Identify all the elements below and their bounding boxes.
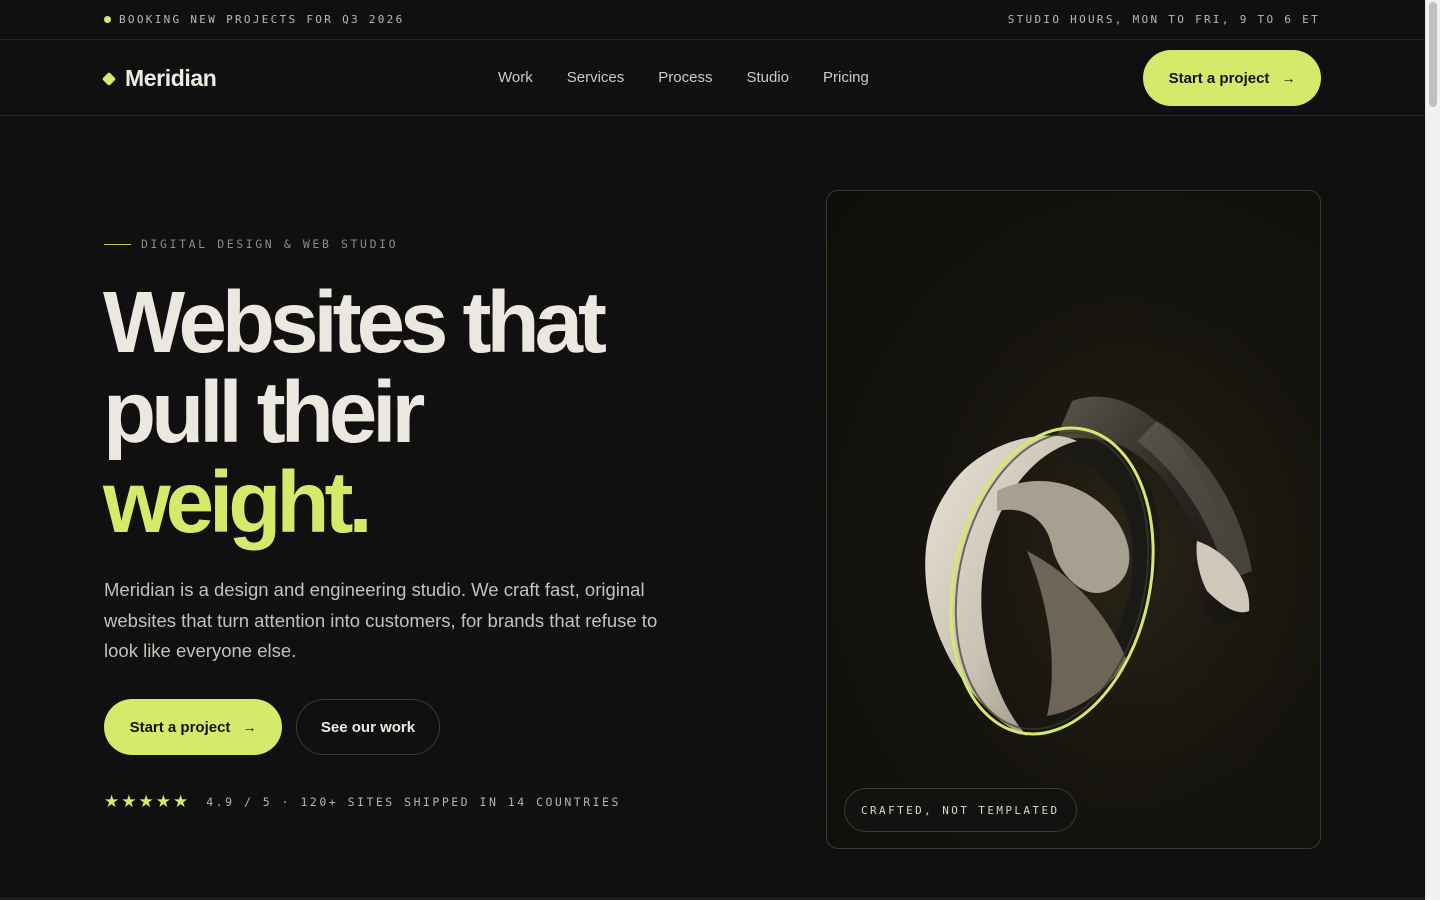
- page-scrollbar[interactable]: [1425, 0, 1440, 900]
- booking-text: BOOKING NEW PROJECTS FOR Q3 2026: [119, 13, 405, 26]
- hero-eyebrow: DIGITAL DESIGN & WEB STUDIO: [104, 237, 398, 251]
- nav-link-pricing[interactable]: Pricing: [823, 69, 869, 86]
- rating-row: ★ ★ ★ ★ ★ 4.9 / 5 · 120+ SITES SHIPPED I…: [104, 792, 621, 812]
- nav-start-project-button[interactable]: Start a project →: [1143, 50, 1321, 106]
- nav-cta-label: Start a project: [1168, 69, 1270, 87]
- hero-headline: Websites that pull their weight.: [103, 274, 607, 551]
- secondary-cta-label: See our work: [320, 718, 416, 736]
- logo[interactable]: Meridian: [101, 65, 217, 92]
- booking-status: BOOKING NEW PROJECTS FOR Q3 2026: [104, 13, 405, 26]
- nav-link-services[interactable]: Services: [567, 69, 625, 86]
- see-our-work-button[interactable]: See our work: [296, 699, 440, 755]
- ribbon-sculpture-image: [827, 191, 1320, 848]
- headline-line-1: Websites that: [103, 274, 607, 371]
- nav-link-work[interactable]: Work: [498, 69, 533, 86]
- nav-links: Work Services Process Studio Pricing: [498, 69, 903, 86]
- arrow-right-icon: →: [1281, 70, 1296, 86]
- page: BOOKING NEW PROJECTS FOR Q3 2026 STUDIO …: [0, 0, 1425, 900]
- hero-cta-label: Start a project: [129, 718, 231, 736]
- star-icon: ★: [121, 792, 137, 811]
- diamond-logo-icon: [101, 71, 117, 86]
- arrow-right-icon: →: [242, 719, 257, 735]
- nav-link-studio[interactable]: Studio: [746, 69, 789, 86]
- eyebrow-rule: [104, 243, 131, 245]
- star-icon: ★: [104, 792, 120, 811]
- rating-stars: ★ ★ ★ ★ ★: [104, 792, 188, 812]
- logo-text: Meridian: [125, 65, 217, 91]
- announcement-bar: BOOKING NEW PROJECTS FOR Q3 2026 STUDIO …: [0, 0, 1425, 40]
- hero-start-project-button[interactable]: Start a project →: [104, 699, 282, 755]
- headline-accent: weight.: [103, 454, 373, 551]
- main-nav: Meridian Work Services Process Studio Pr…: [0, 40, 1425, 116]
- scrollbar-thumb[interactable]: [1429, 2, 1437, 107]
- star-icon: ★: [138, 792, 154, 811]
- hero-description: Meridian is a design and engineering stu…: [104, 579, 658, 661]
- star-icon: ★: [155, 792, 171, 811]
- hero-visual-card: CRAFTED, NOT TEMPLATED: [826, 190, 1321, 849]
- nav-link-process[interactable]: Process: [658, 69, 712, 86]
- status-dot-icon: [104, 16, 111, 23]
- studio-hours: STUDIO HOURS, MON TO FRI, 9 TO 6 ET: [1007, 13, 1320, 26]
- eyebrow-text: DIGITAL DESIGN & WEB STUDIO: [141, 237, 399, 251]
- headline-line-2: pull their: [103, 364, 425, 461]
- star-icon: ★: [173, 792, 189, 811]
- crafted-badge: CRAFTED, NOT TEMPLATED: [844, 788, 1077, 832]
- rating-text: 4.9 / 5 · 120+ SITES SHIPPED IN 14 COUNT…: [206, 795, 621, 809]
